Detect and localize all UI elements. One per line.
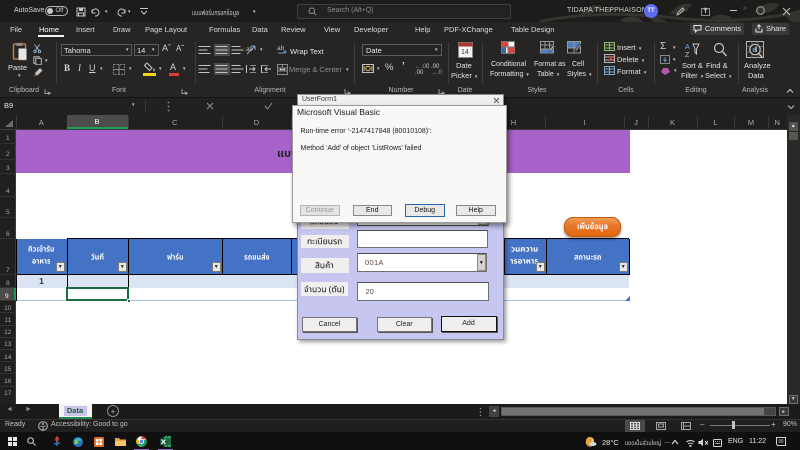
- svg-text:A: A: [685, 44, 690, 51]
- svg-text:Z: Z: [685, 52, 690, 58]
- svg-text:ab: ab: [277, 45, 285, 52]
- svg-text:ab: ab: [246, 47, 253, 53]
- svg-text:14: 14: [461, 49, 469, 56]
